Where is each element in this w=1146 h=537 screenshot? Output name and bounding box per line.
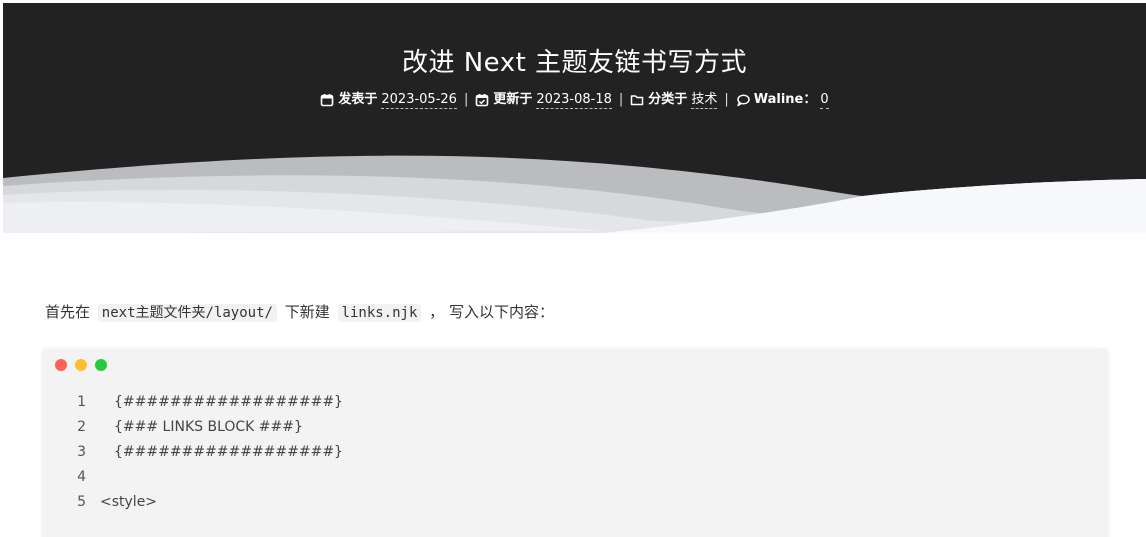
line-number: 1: [77, 394, 86, 410]
folder-icon: [630, 93, 644, 107]
code-line: 3 {##################}: [42, 440, 1108, 465]
calendar-icon: [320, 93, 334, 107]
meta-category: 分类于 技术: [630, 90, 718, 110]
window-dots: [55, 359, 107, 371]
red-dot-icon: [55, 359, 67, 371]
published-date[interactable]: 2023-05-26: [381, 92, 457, 109]
line-content: {### LINKS BLOCK ###}: [114, 419, 303, 435]
meta-published: 发表于 2023-05-26: [320, 90, 457, 110]
code-line: 4: [42, 465, 1108, 490]
line-content: {##################}: [114, 394, 343, 410]
meta-updated: 更新于 2023-08-18: [475, 90, 612, 110]
header-waves: [3, 155, 1146, 233]
category-label: 分类于: [648, 92, 688, 107]
meta-comments: Waline： 0: [736, 90, 829, 110]
post-meta: 发表于 2023-05-26 | 更新于 2023-08-18 | 分类于 技术…: [3, 90, 1146, 110]
post-header: 改进 Next 主题友链书写方式 发表于 2023-05-26 | 更新于 20…: [3, 3, 1146, 233]
comments-label: Waline：: [753, 92, 817, 107]
comments-count[interactable]: 0: [820, 92, 829, 109]
code-block: 1 {##################} 2 {### LINKS BLOC…: [42, 349, 1108, 537]
published-label: 发表于: [338, 92, 378, 107]
inline-code-file: links.njk: [337, 304, 422, 322]
line-number: 4: [77, 469, 86, 485]
line-content: {##################}: [114, 444, 343, 460]
line-number: 2: [77, 419, 86, 435]
meta-separator: |: [463, 92, 469, 107]
line-number: 5: [77, 494, 86, 510]
comment-icon: [736, 93, 750, 107]
line-number: 3: [77, 444, 86, 460]
green-dot-icon: [95, 359, 107, 371]
page: 改进 Next 主题友链书写方式 发表于 2023-05-26 | 更新于 20…: [0, 0, 1146, 537]
post-body: 首先在 next主题文件夹/layout/ 下新建 links.njk ， 写入…: [3, 233, 1146, 537]
code-line: 2 {### LINKS BLOCK ###}: [42, 415, 1108, 440]
updated-label: 更新于: [493, 92, 533, 107]
meta-separator: |: [618, 92, 624, 107]
intro-paragraph: 首先在 next主题文件夹/layout/ 下新建 links.njk ， 写入…: [45, 300, 554, 325]
yellow-dot-icon: [75, 359, 87, 371]
updated-date[interactable]: 2023-08-18: [536, 92, 612, 109]
calendar-check-icon: [475, 93, 489, 107]
code-lines: 1 {##################} 2 {### LINKS BLOC…: [42, 390, 1108, 515]
line-content: <style>: [100, 494, 158, 510]
intro-suffix: ， 写入以下内容：: [429, 303, 554, 321]
category-link[interactable]: 技术: [691, 92, 718, 109]
code-line: 1 {##################}: [42, 390, 1108, 415]
intro-prefix: 首先在: [45, 303, 91, 321]
post-title: 改进 Next 主题友链书写方式: [401, 48, 748, 78]
intro-middle: 下新建: [284, 303, 330, 321]
meta-separator: |: [724, 92, 729, 107]
inline-code-path: next主题文件夹/layout/: [97, 304, 277, 322]
code-line: 5 <style>: [42, 490, 1108, 515]
